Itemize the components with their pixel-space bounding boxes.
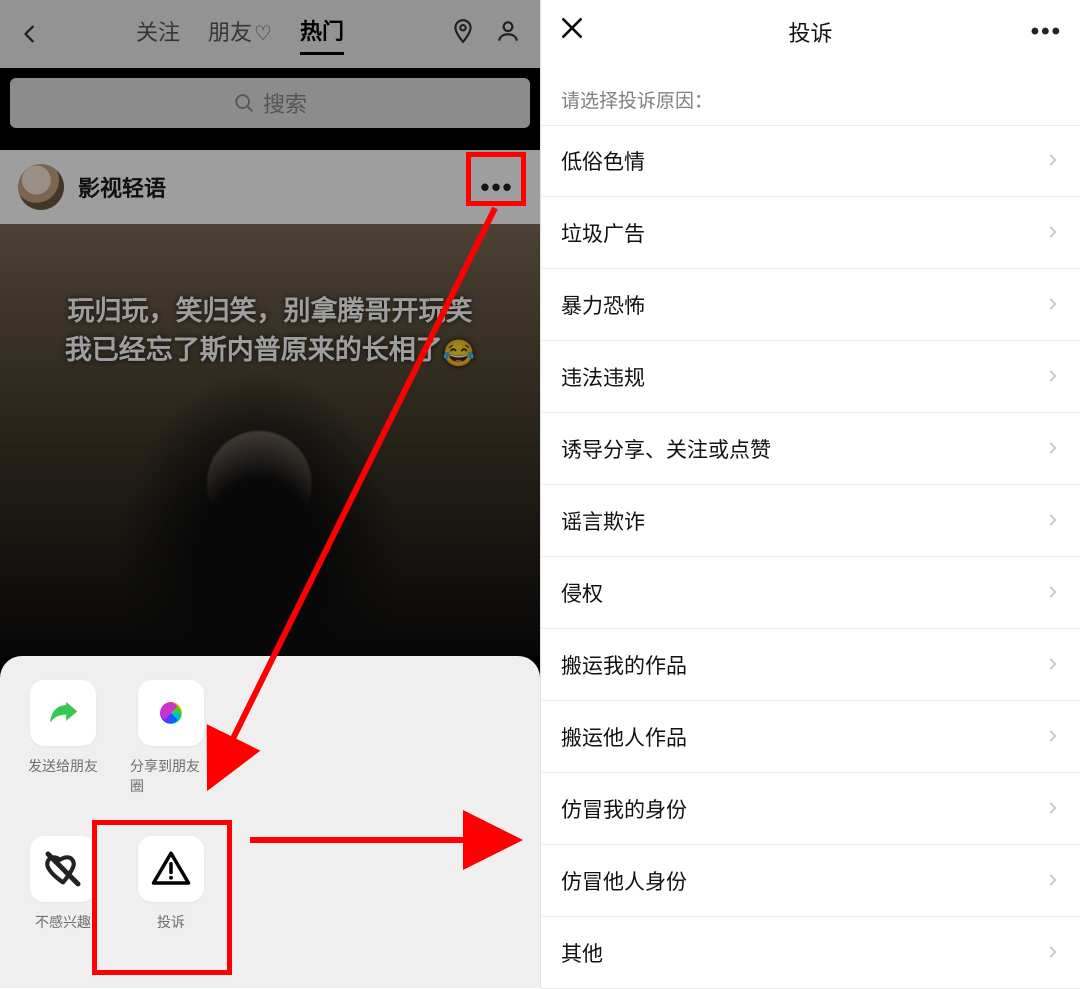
chevron-right-icon — [1046, 797, 1060, 821]
sheet-not-interested[interactable]: 不感兴趣 — [22, 836, 104, 932]
profile-icon[interactable] — [495, 18, 521, 51]
chevron-right-icon — [1046, 653, 1060, 677]
search-input[interactable]: 搜索 — [10, 78, 530, 128]
feed-tabs: 关注 朋友♡ 热门 — [40, 14, 440, 55]
report-reason-label: 其他 — [561, 938, 603, 968]
report-reason-label: 违法违规 — [561, 362, 645, 392]
report-reason-item[interactable]: 侵权 — [541, 557, 1080, 629]
report-reason-item[interactable]: 谣言欺诈 — [541, 485, 1080, 557]
page-title: 投诉 — [788, 16, 832, 48]
chevron-right-icon — [1046, 221, 1060, 245]
report-reason-item[interactable]: 仿冒我的身份 — [541, 773, 1080, 845]
author-name: 影视轻语 — [78, 171, 166, 203]
caption-line: 我已经忘了斯内普原来的长相了😂 — [30, 331, 510, 373]
report-reason-label: 搬运我的作品 — [561, 650, 687, 680]
close-button[interactable] — [559, 15, 599, 49]
sheet-label: 不感兴趣 — [35, 912, 91, 932]
chevron-left-icon — [19, 23, 41, 45]
report-reason-item[interactable]: 低俗色情 — [541, 125, 1080, 197]
chevron-right-icon — [1046, 365, 1060, 389]
location-icon[interactable] — [450, 18, 476, 51]
sheet-label: 分享到朋友圈 — [130, 756, 212, 796]
heart-icon: ♡ — [254, 23, 272, 45]
tab-friends[interactable]: 朋友♡ — [208, 15, 272, 53]
post-author-row[interactable]: 影视轻语 ••• — [0, 150, 540, 224]
sheet-label: 投诉 — [157, 912, 185, 932]
tab-friends-label: 朋友 — [208, 20, 252, 45]
sheet-report[interactable]: 投诉 — [130, 836, 212, 932]
caption-line: 玩归玩，笑归笑，别拿腾哥开玩笑 — [30, 292, 510, 331]
report-screen: 投诉 ••• 请选择投诉原因： 低俗色情垃圾广告暴力恐怖违法违规诱导分享、关注或… — [540, 0, 1080, 988]
report-reason-label: 低俗色情 — [561, 146, 645, 176]
report-reason-item[interactable]: 违法违规 — [541, 341, 1080, 413]
report-prompt: 请选择投诉原因： — [541, 64, 1080, 125]
chevron-right-icon — [1046, 581, 1060, 605]
share-arrow-icon — [44, 694, 82, 732]
video-caption: 玩归玩，笑归笑，别拿腾哥开玩笑 我已经忘了斯内普原来的长相了😂 — [0, 292, 540, 373]
report-header: 投诉 ••• — [541, 0, 1080, 64]
report-reason-item[interactable]: 暴力恐怖 — [541, 269, 1080, 341]
report-reason-label: 仿冒我的身份 — [561, 794, 687, 824]
chevron-right-icon — [1046, 149, 1060, 173]
chevron-right-icon — [1046, 437, 1060, 461]
chevron-right-icon — [1046, 293, 1060, 317]
report-reason-label: 侵权 — [561, 578, 603, 608]
moments-icon — [152, 694, 190, 732]
sheet-share-moments[interactable]: 分享到朋友圈 — [130, 680, 212, 796]
report-reason-label: 暴力恐怖 — [561, 290, 645, 320]
report-reason-item[interactable]: 搬运我的作品 — [541, 629, 1080, 701]
report-reason-label: 诱导分享、关注或点赞 — [561, 434, 771, 464]
action-sheet: 发送给朋友 分享到朋友圈 — [0, 656, 540, 988]
chevron-right-icon — [1046, 869, 1060, 893]
report-reason-item[interactable]: 垃圾广告 — [541, 197, 1080, 269]
chevron-right-icon — [1046, 941, 1060, 965]
laugh-emoji-icon: 😂 — [443, 338, 475, 368]
report-reason-item[interactable]: 搬运他人作品 — [541, 701, 1080, 773]
report-reason-label: 搬运他人作品 — [561, 722, 687, 752]
avatar — [18, 164, 64, 210]
chevron-right-icon — [1046, 725, 1060, 749]
report-reason-label: 谣言欺诈 — [561, 506, 645, 536]
report-reason-list: 低俗色情垃圾广告暴力恐怖违法违规诱导分享、关注或点赞谣言欺诈侵权搬运我的作品搬运… — [541, 125, 1080, 989]
video-thumbnail[interactable] — [0, 224, 540, 656]
report-reason-label: 垃圾广告 — [561, 218, 645, 248]
tab-hot[interactable]: 热门 — [300, 14, 344, 55]
search-placeholder: 搜索 — [263, 87, 307, 119]
broken-heart-icon — [43, 849, 83, 889]
warning-triangle-icon — [150, 848, 192, 890]
post-more-button[interactable]: ••• — [472, 165, 522, 209]
report-reason-label: 仿冒他人身份 — [561, 866, 687, 896]
feed-screen: 关注 朋友♡ 热门 搜索 影视轻语 ••• 玩归玩，笑归笑，别拿腾哥开玩笑 我已… — [0, 0, 540, 988]
feed-header: 关注 朋友♡ 热门 — [0, 0, 540, 68]
sheet-label: 发送给朋友 — [28, 756, 98, 776]
search-icon — [233, 92, 255, 114]
tab-follow[interactable]: 关注 — [136, 15, 180, 53]
sheet-send-friend[interactable]: 发送给朋友 — [22, 680, 104, 796]
more-button[interactable]: ••• — [1022, 18, 1062, 46]
report-reason-item[interactable]: 诱导分享、关注或点赞 — [541, 413, 1080, 485]
report-reason-item[interactable]: 其他 — [541, 917, 1080, 989]
report-reason-item[interactable]: 仿冒他人身份 — [541, 845, 1080, 917]
close-icon — [559, 15, 585, 41]
chevron-right-icon — [1046, 509, 1060, 533]
